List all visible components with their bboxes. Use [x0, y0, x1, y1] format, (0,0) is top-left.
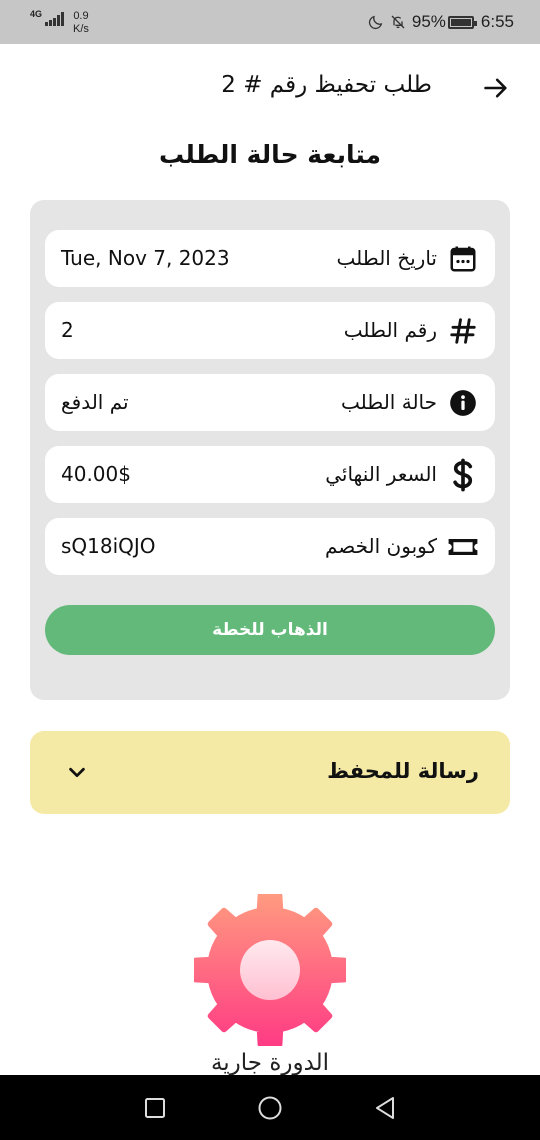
- recent-apps-icon[interactable]: [141, 1094, 169, 1122]
- cycle-status-caption: الدورة جارية: [210, 1050, 330, 1076]
- detail-row-status: حالة الطلب تم الدفع: [45, 374, 495, 431]
- detail-row-number: رقم الطلب 2: [45, 302, 495, 359]
- hash-icon: [447, 315, 479, 347]
- clock: 6:55: [480, 12, 514, 31]
- bell-off-icon: [391, 15, 405, 29]
- gear-icon: [194, 894, 346, 1046]
- battery-icon: [447, 15, 477, 29]
- arrow-right-icon[interactable]: [482, 74, 510, 102]
- detail-value: 2: [61, 318, 74, 342]
- wallet-message-title: رسالة للمحفظ: [327, 759, 479, 783]
- order-details-card: تاريخ الطلب Tue, Nov 7, 2023 رقم الطلب 2…: [30, 200, 510, 700]
- detail-value: تم الدفع: [61, 390, 129, 414]
- detail-value: 40.00$: [61, 462, 131, 486]
- detail-row-price: السعر النهائي 40.00$: [45, 446, 495, 503]
- detail-label: رقم الطلب: [343, 318, 437, 342]
- battery-percent: 95%: [411, 12, 446, 31]
- network-type: 4G: [30, 9, 43, 19]
- app-header: طلب تحفيظ رقم # 2: [0, 60, 540, 116]
- page-title: متابعة حالة الطلب: [158, 140, 382, 169]
- network-speed: 0.9 K/s: [73, 10, 89, 36]
- speed-value: 0.9: [73, 10, 89, 22]
- detail-label: السعر النهائي: [325, 462, 437, 486]
- detail-label: تاريخ الطلب: [336, 246, 437, 270]
- speed-unit: K/s: [73, 23, 89, 35]
- moon-icon: [368, 15, 383, 30]
- chevron-down-icon[interactable]: [66, 761, 88, 783]
- detail-value: sQ18iQJO: [61, 534, 156, 558]
- detail-row-coupon: كوبون الخصم sQ18iQJO: [45, 518, 495, 575]
- header-title: طلب تحفيظ رقم # 2: [221, 72, 432, 98]
- ticket-icon: [447, 531, 479, 563]
- go-to-plan-button[interactable]: الذهاب للخطة: [45, 605, 495, 655]
- status-left: 4G 0.9 K/s: [30, 10, 89, 36]
- calendar-icon: [447, 243, 479, 275]
- wallet-message-accordion[interactable]: رسالة للمحفظ: [30, 731, 510, 814]
- detail-label: كوبون الخصم: [324, 534, 437, 558]
- detail-value: Tue, Nov 7, 2023: [61, 246, 230, 270]
- system-nav-bar: [0, 1075, 540, 1140]
- back-nav-icon[interactable]: [371, 1094, 399, 1122]
- signal-icon: [45, 12, 65, 26]
- info-icon: [447, 387, 479, 419]
- status-right: 95% 6:55: [368, 12, 514, 32]
- home-icon[interactable]: [256, 1094, 284, 1122]
- detail-label: حالة الطلب: [341, 390, 437, 414]
- dollar-icon: [447, 458, 479, 492]
- detail-row-date: تاريخ الطلب Tue, Nov 7, 2023: [45, 230, 495, 287]
- status-bar: 4G 0.9 K/s 95% 6:55: [0, 0, 540, 44]
